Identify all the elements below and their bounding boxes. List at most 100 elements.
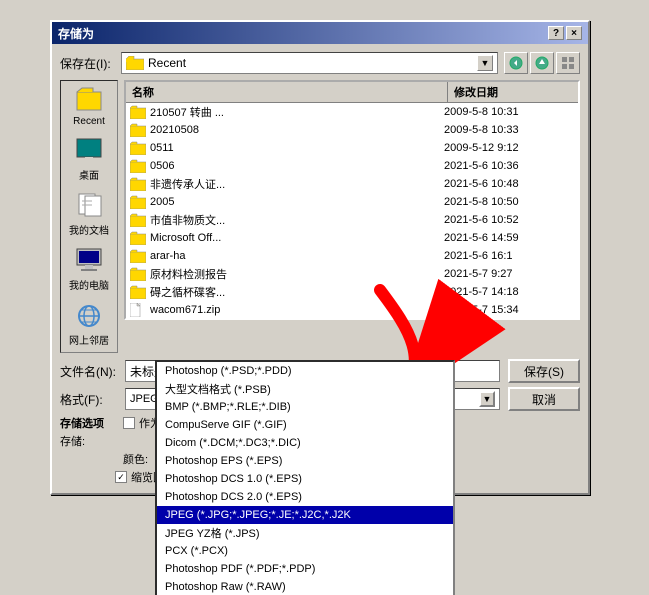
up-folder-button[interactable] bbox=[530, 52, 554, 74]
file-date: 2021-5-6 10:52 bbox=[444, 214, 574, 226]
format-dropdown-list[interactable]: Photoshop (*.PSD;*.PDD)大型文档格式 (*.PSB)BMP… bbox=[155, 360, 455, 595]
file-name: 市值非物质文... bbox=[150, 212, 444, 228]
title-bar: 存储为 ? × bbox=[52, 22, 588, 44]
date-column-header[interactable]: 修改日期 bbox=[448, 82, 578, 102]
format-option[interactable]: CompuServe GIF (*.GIF) bbox=[157, 416, 453, 434]
file-name: 0511 bbox=[150, 142, 444, 154]
sidebar-computer-label: 我的电脑 bbox=[69, 277, 109, 292]
file-name: 210507 转曲 ... bbox=[150, 104, 444, 120]
file-row[interactable]: 20052021-5-8 10:50 bbox=[126, 193, 578, 211]
sidebar-item-recent[interactable]: Recent bbox=[63, 83, 115, 130]
file-date: 2021-5-6 14:59 bbox=[444, 232, 574, 244]
sidebar-item-computer[interactable]: 我的电脑 bbox=[63, 244, 115, 295]
folder-icon bbox=[130, 141, 146, 155]
folder-icon bbox=[130, 123, 146, 137]
format-option[interactable]: Dicom (*.DCM;*.DC3;*.DIC) bbox=[157, 434, 453, 452]
file-row[interactable]: wacom6712021-5-7 15:38 bbox=[126, 319, 578, 320]
file-row[interactable]: 05062021-5-6 10:36 bbox=[126, 157, 578, 175]
save-button[interactable]: 保存(S) bbox=[508, 359, 580, 383]
sidebar-desktop-label: 桌面 bbox=[79, 167, 99, 182]
file-row[interactable]: wacom671.zip2021-5-7 15:34 bbox=[126, 301, 578, 319]
file-icon bbox=[130, 303, 146, 317]
file-list-header: 名称 修改日期 bbox=[126, 82, 578, 103]
documents-icon bbox=[75, 192, 103, 220]
computer-icon bbox=[75, 247, 103, 275]
back-button[interactable] bbox=[504, 52, 528, 74]
folder-icon bbox=[130, 195, 146, 209]
folder-icon bbox=[130, 231, 146, 245]
file-name: 20210508 bbox=[150, 124, 444, 136]
sidebar-documents-label: 我的文档 bbox=[69, 222, 109, 237]
name-column-header[interactable]: 名称 bbox=[126, 82, 448, 102]
folder-icon bbox=[130, 213, 146, 227]
folder-icon bbox=[130, 105, 146, 119]
file-row[interactable]: 202105082009-5-8 10:33 bbox=[126, 121, 578, 139]
file-row[interactable]: 市值非物质文...2021-5-6 10:52 bbox=[126, 211, 578, 229]
format-option[interactable]: Photoshop PDF (*.PDF;*.PDP) bbox=[157, 560, 453, 578]
file-date: 2021-5-7 15:34 bbox=[444, 304, 574, 316]
file-name: arar-ha bbox=[150, 250, 444, 262]
sidebar: Recent 桌面 bbox=[60, 80, 118, 353]
save-in-value: Recent bbox=[148, 56, 186, 70]
file-row[interactable]: Microsoft Off...2021-5-6 14:59 bbox=[126, 229, 578, 247]
file-name: 0506 bbox=[150, 160, 444, 172]
file-name: 碍之循杯碟客... bbox=[150, 284, 444, 300]
format-dropdown-arrow[interactable]: ▼ bbox=[479, 391, 495, 407]
format-option[interactable]: 大型文档格式 (*.PSB) bbox=[157, 380, 453, 398]
folder-icon bbox=[130, 159, 146, 173]
file-row[interactable]: 碍之循杯碟客...2021-5-7 14:18 bbox=[126, 283, 578, 301]
format-option[interactable]: Photoshop EPS (*.EPS) bbox=[157, 452, 453, 470]
save-options-title: 存储选项 bbox=[60, 415, 115, 431]
close-button[interactable]: × bbox=[566, 26, 582, 40]
format-option[interactable]: Photoshop Raw (*.RAW) bbox=[157, 578, 453, 595]
file-row[interactable]: arar-ha2021-5-6 16:1 bbox=[126, 247, 578, 265]
view-button[interactable] bbox=[556, 52, 580, 74]
file-date: 2021-5-6 16:1 bbox=[444, 250, 574, 262]
store-label: 存储: bbox=[60, 433, 115, 449]
format-option[interactable]: Photoshop DCS 1.0 (*.EPS) bbox=[157, 470, 453, 488]
file-name: 原材料检测报告 bbox=[150, 266, 444, 282]
file-date: 2021-5-7 9:27 bbox=[444, 268, 574, 280]
file-name: wacom671.zip bbox=[150, 304, 444, 316]
sidebar-item-desktop[interactable]: 桌面 bbox=[63, 134, 115, 185]
color-label: 颜色: bbox=[123, 451, 148, 467]
folder-icon bbox=[130, 249, 146, 263]
sidebar-item-documents[interactable]: 我的文档 bbox=[63, 189, 115, 240]
file-date: 2021-5-7 14:18 bbox=[444, 286, 574, 298]
help-button[interactable]: ? bbox=[548, 26, 564, 40]
filename-label: 文件名(N): bbox=[60, 363, 125, 380]
file-name: 非遗传承人证... bbox=[150, 176, 444, 192]
file-list[interactable]: 名称 修改日期 210507 转曲 ...2009-5-8 10:3120210… bbox=[124, 80, 580, 320]
sidebar-item-network[interactable]: 网上邻居 bbox=[63, 299, 115, 350]
file-row[interactable]: 05112009-5-12 9:12 bbox=[126, 139, 578, 157]
file-row[interactable]: 210507 转曲 ...2009-5-8 10:31 bbox=[126, 103, 578, 121]
folder-icon bbox=[130, 285, 146, 299]
folder-icon bbox=[130, 177, 146, 191]
file-name: 2005 bbox=[150, 196, 444, 208]
save-in-dropdown-arrow[interactable]: ▼ bbox=[477, 55, 493, 71]
folder-icon bbox=[130, 267, 146, 281]
as-copy-checkbox[interactable] bbox=[123, 417, 135, 429]
file-date: 2009-5-12 9:12 bbox=[444, 142, 574, 154]
folder-icon bbox=[126, 56, 144, 70]
file-name: Microsoft Off... bbox=[150, 232, 444, 244]
save-in-combo[interactable]: Recent ▼ bbox=[121, 52, 498, 74]
cancel-button[interactable]: 取消 bbox=[508, 387, 580, 411]
format-option[interactable]: BMP (*.BMP;*.RLE;*.DIB) bbox=[157, 398, 453, 416]
dialog-title: 存储为 bbox=[58, 25, 94, 42]
recent-icon bbox=[75, 86, 103, 114]
format-option[interactable]: Photoshop (*.PSD;*.PDD) bbox=[157, 362, 453, 380]
file-row[interactable]: 非遗传承人证...2021-5-6 10:48 bbox=[126, 175, 578, 193]
format-option[interactable]: Photoshop DCS 2.0 (*.EPS) bbox=[157, 488, 453, 506]
format-option[interactable]: PCX (*.PCX) bbox=[157, 542, 453, 560]
file-date: 2009-5-8 10:33 bbox=[444, 124, 574, 136]
format-option[interactable]: JPEG YZ格 (*.JPS) bbox=[157, 524, 453, 542]
sidebar-recent-label: Recent bbox=[73, 116, 105, 127]
save-in-label: 保存在(I): bbox=[60, 55, 115, 72]
format-option[interactable]: JPEG (*.JPG;*.JPEG;*.JE;*.J2C,*.J2K bbox=[157, 506, 453, 524]
network-icon bbox=[75, 302, 103, 330]
file-row[interactable]: 原材料检测报告2021-5-7 9:27 bbox=[126, 265, 578, 283]
file-date: 2021-5-8 10:50 bbox=[444, 196, 574, 208]
sidebar-network-label: 网上邻居 bbox=[69, 332, 109, 347]
preview-checkbox[interactable]: ✓ bbox=[115, 471, 127, 483]
